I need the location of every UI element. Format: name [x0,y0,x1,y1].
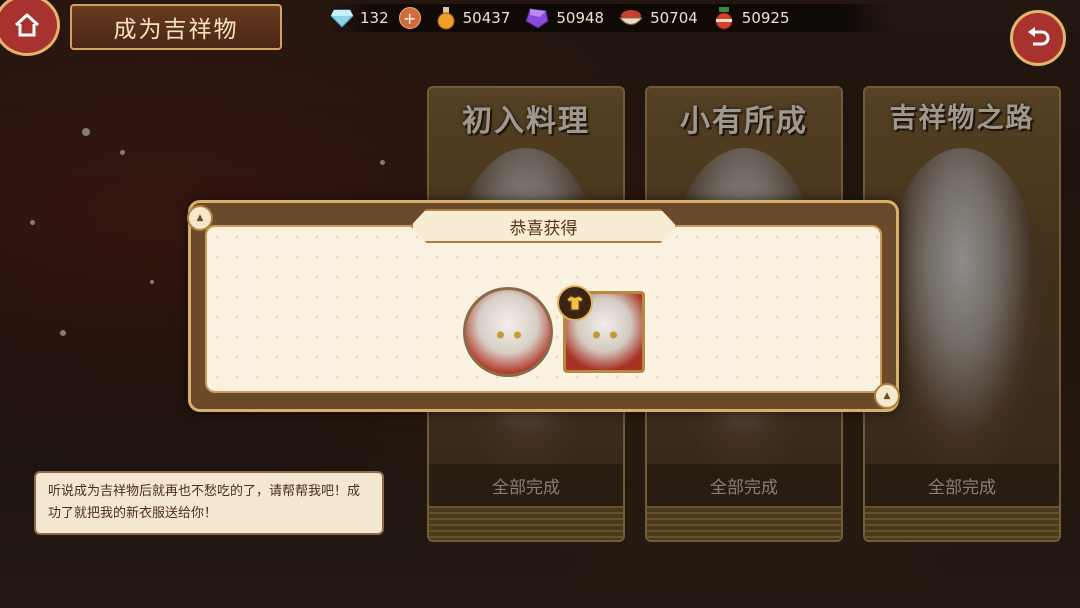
npc-dialog-text: 听说成为吉祥物后就再也不愁吃的了，请帮帮我吧！成功了就把我的新衣服送给你！ [48,484,361,521]
resource-bar: 132 + 50437 50948 50704 50925 [330,4,890,32]
corner-ornament-icon: ▲ [187,205,213,231]
jar-icon [715,7,733,30]
npc-dialog-box: 听说成为吉祥物后就再也不愁吃的了，请帮帮我吧！成功了就把我的新衣服送给你！ [34,471,384,535]
shirt-glyph [566,295,584,311]
resource-diamond: 132 + [330,7,421,29]
back-button[interactable] [1010,10,1066,66]
return-arrow-icon [1028,27,1050,46]
corner-ornament-icon: ▲ [874,383,900,409]
resource-jar: 50925 [712,6,790,30]
diamond-icon [330,9,354,28]
reward-popup: 恭喜获得 ▲ ▲ [187,200,900,412]
purple-gem-icon [525,8,549,29]
resource-value: 50704 [650,9,698,27]
page-title-plate: 成为吉祥物 [70,4,282,50]
page-title: 成为吉祥物 [113,17,239,43]
reward-avatar-icon[interactable] [463,287,553,377]
popup-title: 恭喜获得 [509,218,578,239]
plus-icon: + [402,8,417,28]
resource-value: 132 [360,9,389,27]
resource-value: 50925 [741,9,790,27]
resource-food-bowl: 50704 [618,7,698,29]
house-icon [14,13,40,37]
food-bowl-icon [618,10,644,25]
reward-panel [205,225,882,393]
popup-title-ribbon: 恭喜获得 [410,209,677,243]
resource-value: 50437 [462,9,511,27]
resource-purple-gem: 50948 [524,7,604,29]
resource-potion: 50437 [435,6,511,30]
potion-icon [437,7,455,30]
resource-value: 50948 [556,9,605,27]
shirt-icon [557,285,593,321]
add-diamond-button[interactable]: + [398,7,421,29]
